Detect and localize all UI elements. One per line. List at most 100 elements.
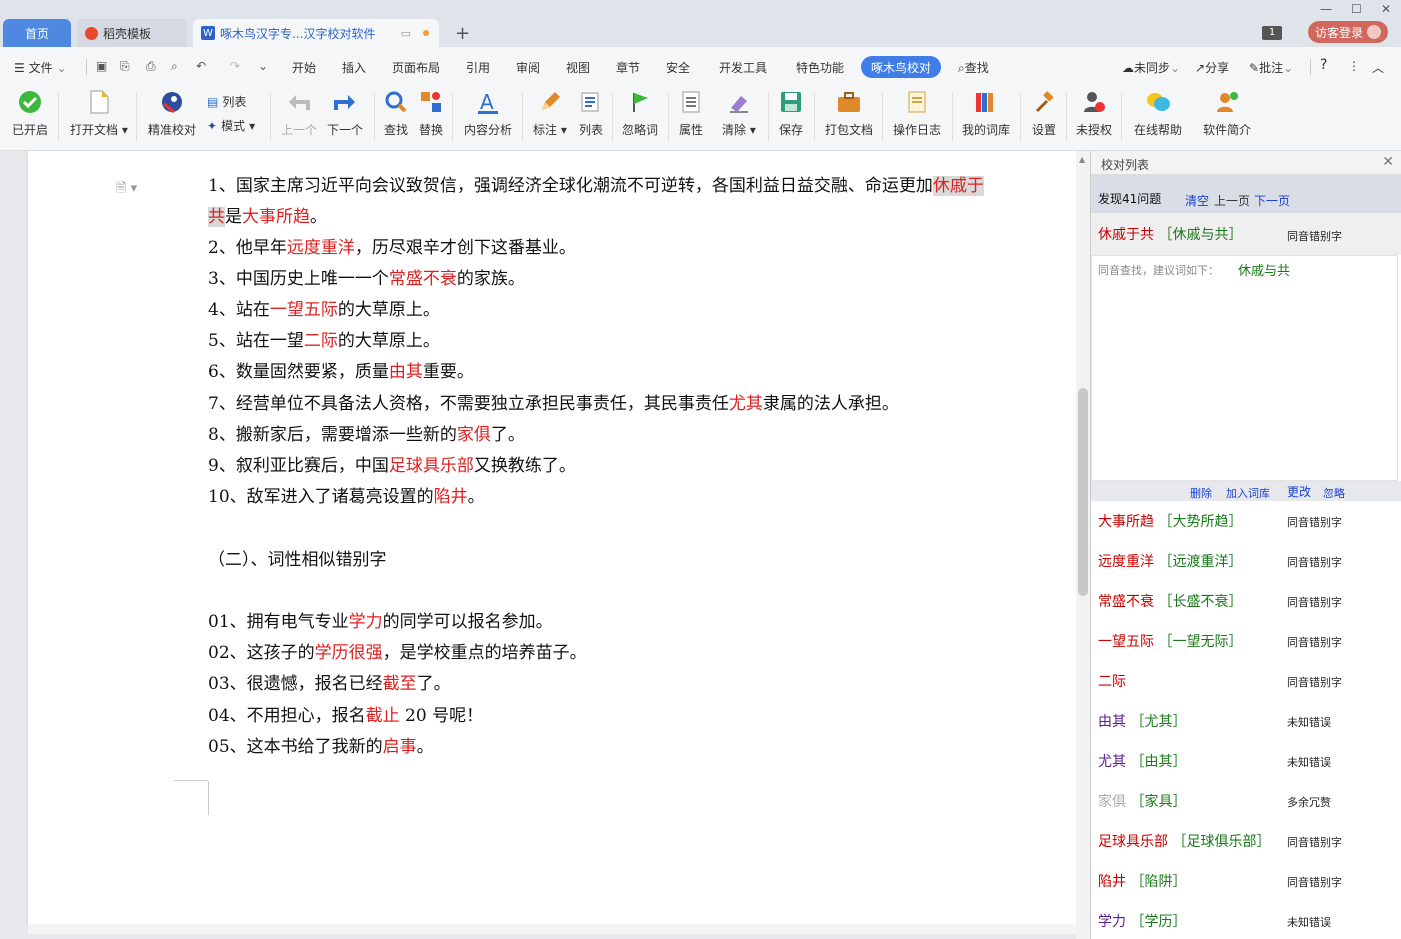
monitor-icon[interactable]: ▭ <box>401 27 411 40</box>
mode-button[interactable]: ✦ 模式 ▾ <box>207 117 255 134</box>
suggestion-word[interactable]: 休戚与共 <box>1238 260 1290 279</box>
selected-issue-row[interactable]: 休戚于共 ［休戚与共］ 同音错别字 <box>1091 213 1401 255</box>
document-line[interactable]: 5、站在一望二际的大草原上。 <box>208 326 440 351</box>
document-line[interactable]: 1、国家主席习近平向会议致贺信，强调经济全球化潮流不可逆转，各国利益日益交融、命… <box>208 171 984 196</box>
document-line[interactable]: 6、数量固然要紧，质量由其重要。 <box>208 357 474 382</box>
mark-list-button[interactable]: 列表 <box>578 89 604 138</box>
document-line[interactable]: 共是大事所趋。 <box>208 202 327 227</box>
flagged-word[interactable]: 由其 <box>389 362 423 382</box>
horizontal-scrollbar[interactable] <box>28 924 1076 934</box>
issue-row[interactable]: 学力 ［学历］ 未知错误 <box>1091 901 1401 939</box>
mark-button[interactable]: 标注 ▾ <box>533 89 567 138</box>
print-icon[interactable]: ⎙ <box>146 59 156 74</box>
maximize-icon[interactable]: ☐ <box>1351 2 1362 16</box>
export-icon[interactable]: ⎘ <box>120 59 130 74</box>
settings-button[interactable]: 设置 <box>1031 89 1057 138</box>
menu-features[interactable]: 特色功能 <box>796 59 844 76</box>
flagged-word[interactable]: 家俱 <box>457 425 491 445</box>
flagged-word[interactable]: 常盛不衰 <box>389 269 457 289</box>
issue-row[interactable]: 远度重洋 ［远渡重洋］ 同音错别字 <box>1091 541 1401 581</box>
tab-template[interactable]: 稻壳模板 <box>77 19 187 47</box>
document-line[interactable]: （二）、词性相似错别字 <box>208 545 387 570</box>
prev-page-link[interactable]: 上一页 <box>1214 192 1250 209</box>
menu-start[interactable]: 开始 <box>292 59 316 76</box>
find-button[interactable]: 查找 <box>383 89 409 138</box>
document-line[interactable]: 01、拥有电气专业学力的同学可以报名参加。 <box>208 607 553 632</box>
comment-button[interactable]: ✎批注⌄ <box>1249 59 1293 76</box>
flagged-word[interactable]: 二际 <box>304 331 338 351</box>
document-line[interactable]: 03、很遗憾，报名已经截至了。 <box>208 669 451 694</box>
tab-document[interactable]: W 啄木鸟汉字专...汉字校对软件 ▭ <box>193 19 439 47</box>
my-lexicon-button[interactable]: 我的词库 <box>962 89 1010 138</box>
flagged-word[interactable]: 截至 <box>383 674 417 694</box>
attributes-button[interactable]: 属性 <box>678 89 704 138</box>
menu-insert[interactable]: 插入 <box>342 59 366 76</box>
collapse-ribbon-icon[interactable]: ︿ <box>1372 59 1384 76</box>
next-page-link[interactable]: 下一页 <box>1254 192 1290 209</box>
redo-icon[interactable]: ↷ <box>230 59 240 73</box>
flagged-word[interactable]: 休戚于 <box>932 176 984 196</box>
delete-link[interactable]: 删除 <box>1190 485 1212 501</box>
menu-chapter[interactable]: 章节 <box>616 59 640 76</box>
document-line[interactable]: 10、敌军进入了诸葛亮设置的陷井。 <box>208 482 485 507</box>
flagged-word[interactable]: 一望五际 <box>270 300 338 320</box>
replace-button[interactable]: 替换 <box>418 89 444 138</box>
enabled-button[interactable]: 已开启 <box>12 89 48 138</box>
online-help-button[interactable]: 在线帮助 <box>1134 89 1182 138</box>
flagged-word[interactable]: 学历很强 <box>315 643 383 663</box>
document-line[interactable]: 04、不用担心，报名截止 20 号呢！ <box>208 701 483 726</box>
add-tab-button[interactable]: + <box>455 23 470 44</box>
issue-row[interactable]: 陷井 ［陷阱］ 同音错别字 <box>1091 861 1401 901</box>
issue-row[interactable]: 尤其 ［由其］ 未知错误 <box>1091 741 1401 781</box>
issue-row[interactable]: 足球具乐部 ［足球俱乐部］ 同音错别字 <box>1091 821 1401 861</box>
menu-developer[interactable]: 开发工具 <box>719 59 767 76</box>
change-link[interactable]: 更改 <box>1287 483 1311 500</box>
scroll-up-icon[interactable]: ▲ <box>1079 155 1085 164</box>
flagged-word[interactable]: 足球具乐部 <box>389 456 474 476</box>
menu-search[interactable]: ⌕查找 <box>958 59 989 76</box>
save-button[interactable]: 保存 <box>778 89 804 138</box>
window-count-badge[interactable]: 1 <box>1262 26 1282 40</box>
issue-row[interactable]: 一望五际 ［一望无际］ 同音错别字 <box>1091 621 1401 661</box>
document-page[interactable]: 🗎 ▾ 1、国家主席习近平向会议致贺信，强调经济全球化潮流不可逆转，各国利益日益… <box>28 151 1076 924</box>
print-preview-icon[interactable]: ⌕ <box>171 59 178 74</box>
open-doc-button[interactable]: 打开文档 ▾ <box>70 89 128 138</box>
pack-doc-button[interactable]: 打包文档 <box>825 89 873 138</box>
issue-row[interactable]: 大事所趋 ［大势所趋］ 同音错别字 <box>1091 501 1401 541</box>
clear-link[interactable]: 清空 <box>1185 192 1209 209</box>
vertical-scrollbar[interactable]: ▲ <box>1076 151 1090 939</box>
paragraph-icon[interactable]: 🗎 ▾ <box>116 179 137 201</box>
document-line[interactable]: 05、这本书给了我新的启事。 <box>208 732 434 757</box>
help-icon[interactable]: ? <box>1320 57 1327 73</box>
document-line[interactable]: 8、搬新家后，需要增添一些新的家俱了。 <box>208 420 525 445</box>
ignore-words-button[interactable]: 忽略词 <box>622 89 658 138</box>
flagged-word[interactable]: 远度重洋 <box>287 238 355 258</box>
issue-row[interactable]: 由其 ［尤其］ 未知错误 <box>1091 701 1401 741</box>
more-quick-icon[interactable]: ⌄ <box>258 59 268 73</box>
menu-file[interactable]: ☰ 文件 ⌄ <box>14 59 67 76</box>
menu-woodpecker-proofread[interactable]: 啄木鸟校对 <box>861 56 941 78</box>
sync-status[interactable]: ☁未同步⌄ <box>1122 59 1180 76</box>
software-intro-button[interactable]: 软件简介 <box>1203 89 1251 138</box>
save-quick-icon[interactable]: ▣ <box>96 59 107 73</box>
ignore-link[interactable]: 忽略 <box>1323 485 1345 501</box>
more-icon[interactable]: ⋮ <box>1348 59 1360 73</box>
menu-page-layout[interactable]: 页面布局 <box>392 59 440 76</box>
document-line[interactable]: 3、中国历史上唯一一个常盛不衰的家族。 <box>208 264 525 289</box>
flagged-word[interactable]: 截止 <box>366 706 400 726</box>
flagged-word[interactable]: 启事 <box>383 737 417 757</box>
share-button[interactable]: ↗分享 <box>1195 59 1229 76</box>
close-window-icon[interactable]: ✕ <box>1381 2 1391 16</box>
menu-reference[interactable]: 引用 <box>466 59 490 76</box>
minimize-icon[interactable]: — <box>1320 2 1332 16</box>
document-line[interactable]: 2、他早年远度重洋，历尽艰辛才创下这番基业。 <box>208 233 576 258</box>
flagged-word[interactable]: 大事所趋 <box>242 207 310 227</box>
menu-view[interactable]: 视图 <box>566 59 590 76</box>
operation-log-button[interactable]: 操作日志 <box>893 89 941 138</box>
scrollbar-thumb[interactable] <box>1078 388 1088 596</box>
flagged-word[interactable]: 学力 <box>349 612 383 632</box>
precise-proofread-button[interactable]: 精准校对 <box>148 89 196 138</box>
undo-icon[interactable]: ↶ <box>196 59 206 73</box>
document-line[interactable]: 02、这孩子的学历很强，是学校重点的培养苗子。 <box>208 638 587 663</box>
issue-row[interactable]: 二际 同音错别字 <box>1091 661 1401 701</box>
